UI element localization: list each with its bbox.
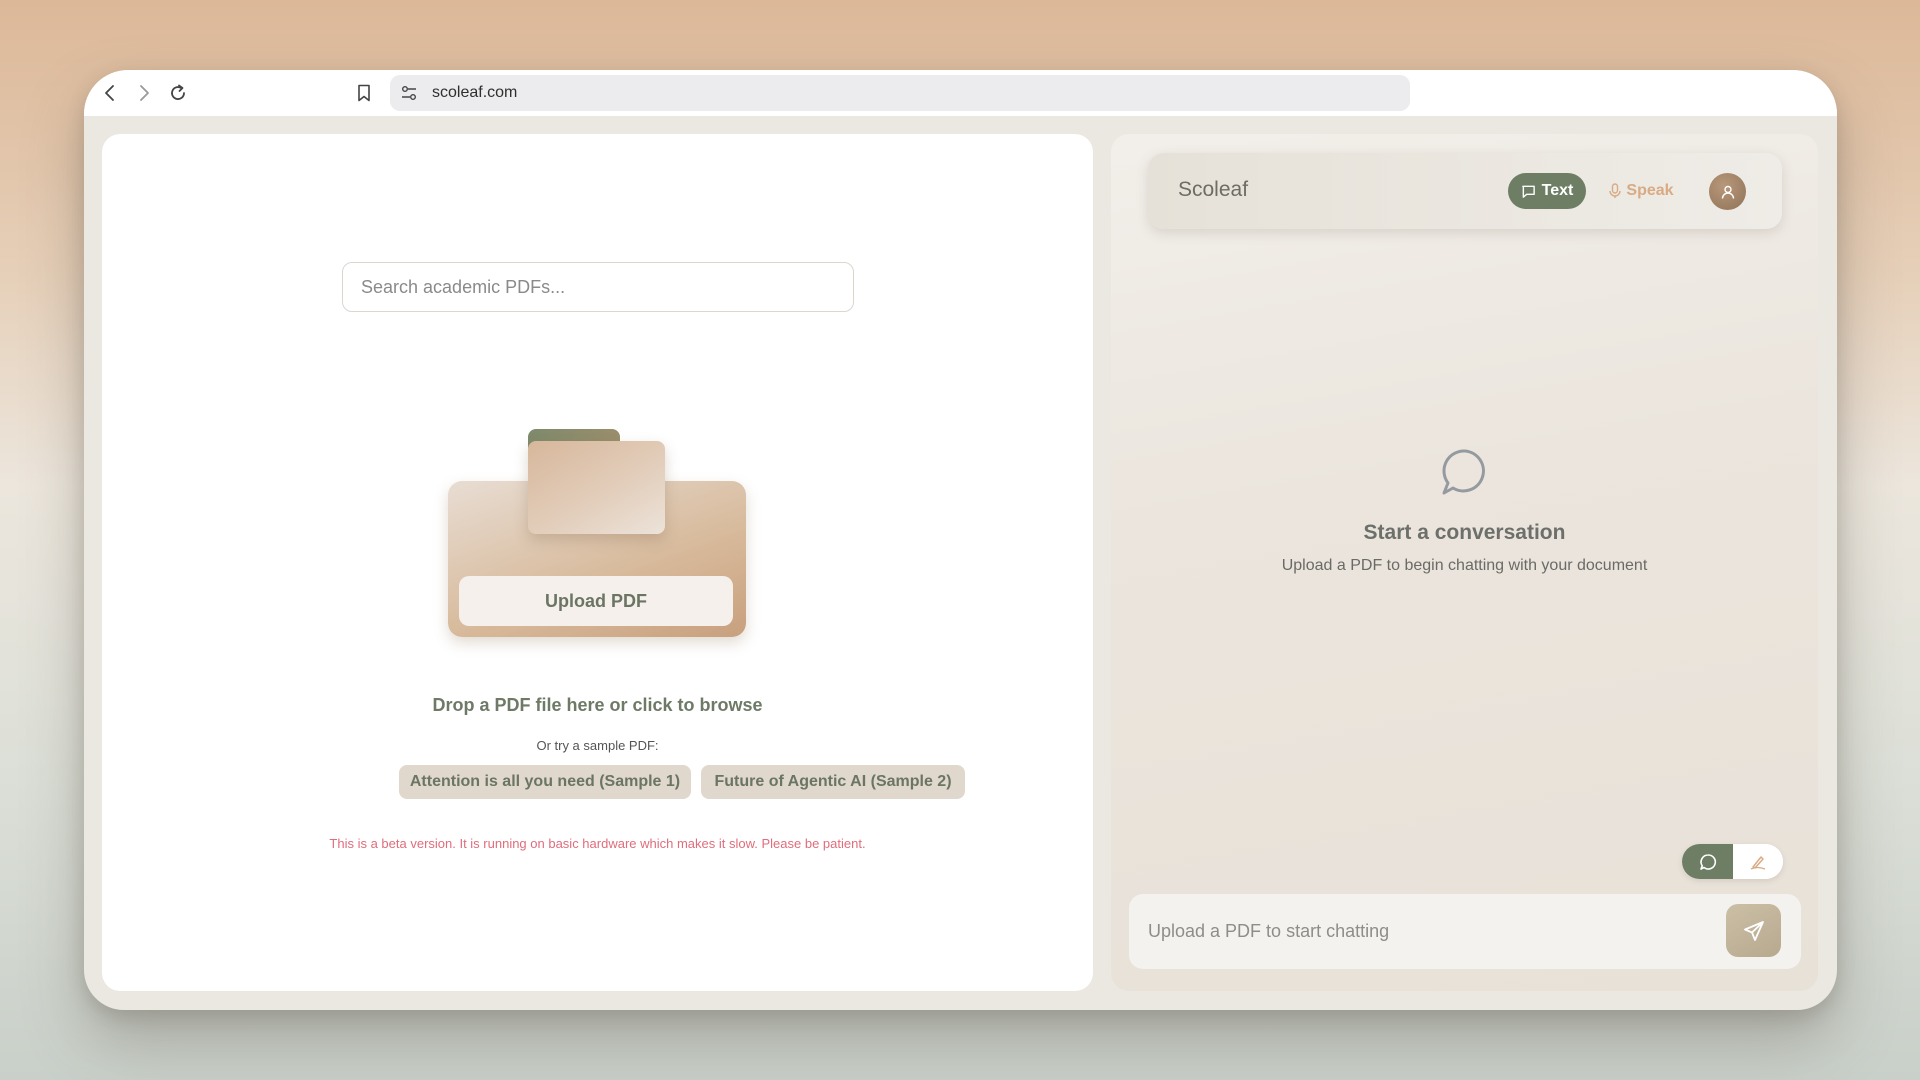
reload-button[interactable] [166,81,190,105]
chat-header: Scoleaf Text Speak [1148,153,1782,229]
forward-button[interactable] [132,81,156,105]
upload-panel: Upload PDF Drop a PDF file here or click… [102,134,1093,991]
chat-bubble-icon [1521,185,1535,198]
text-mode-label: Text [1541,182,1574,199]
send-icon [1743,920,1764,941]
pen-icon [1750,855,1766,870]
beta-notice: This is a beta version. It is running on… [329,836,866,851]
folder-paper [528,441,665,534]
sample-1-button[interactable]: Attention is all you need (Sample 1) [399,765,691,799]
speak-mode-button[interactable]: Speak [1602,173,1680,209]
drop-instructions: Drop a PDF file here or click to browse [432,695,763,715]
send-button[interactable] [1726,904,1781,957]
user-icon [1721,185,1734,199]
chat-bubble-icon [1699,853,1716,870]
chevron-left-icon [105,85,114,101]
bookmark-button[interactable] [352,81,376,105]
view-toggle [1682,844,1783,879]
chevron-right-icon [140,85,149,101]
back-button[interactable] [98,81,122,105]
empty-title: Start a conversation [1363,521,1566,544]
sample-2-button[interactable]: Future of Agentic AI (Sample 2) [701,765,965,799]
brand-name: Scoleaf [1178,178,1249,201]
empty-subtitle: Upload a PDF to begin chatting with your… [1281,557,1648,574]
speak-mode-label: Speak [1626,182,1674,199]
upload-pdf-button[interactable]: Upload PDF [459,576,733,626]
user-avatar-button[interactable] [1709,173,1746,210]
speech-bubble-icon [1442,449,1485,495]
sample-label: Or try a sample PDF: [536,738,659,753]
url-text[interactable]: scoleaf.com [432,84,517,102]
annotate-toggle-button[interactable] [1733,844,1783,879]
bookmark-icon [358,84,370,102]
address-bar[interactable]: scoleaf.com [390,75,1410,111]
empty-state: Start a conversation Upload a PDF to beg… [1111,446,1818,575]
chat-composer [1129,894,1801,969]
browser-toolbar: scoleaf.com [84,70,1837,116]
text-mode-button[interactable]: Text [1508,173,1586,209]
search-input[interactable] [342,262,854,312]
upload-dropzone[interactable]: Upload PDF [448,429,746,639]
chat-input[interactable] [1129,894,1719,969]
reload-icon [171,84,185,100]
microphone-icon [1609,183,1622,198]
browser-window: scoleaf.com Upload PDF Drop a PDF file h… [84,70,1837,1010]
chat-toggle-button[interactable] [1682,844,1733,879]
chat-panel: Scoleaf Text Speak Start a conversation … [1111,134,1818,991]
tune-icon[interactable] [400,84,418,102]
